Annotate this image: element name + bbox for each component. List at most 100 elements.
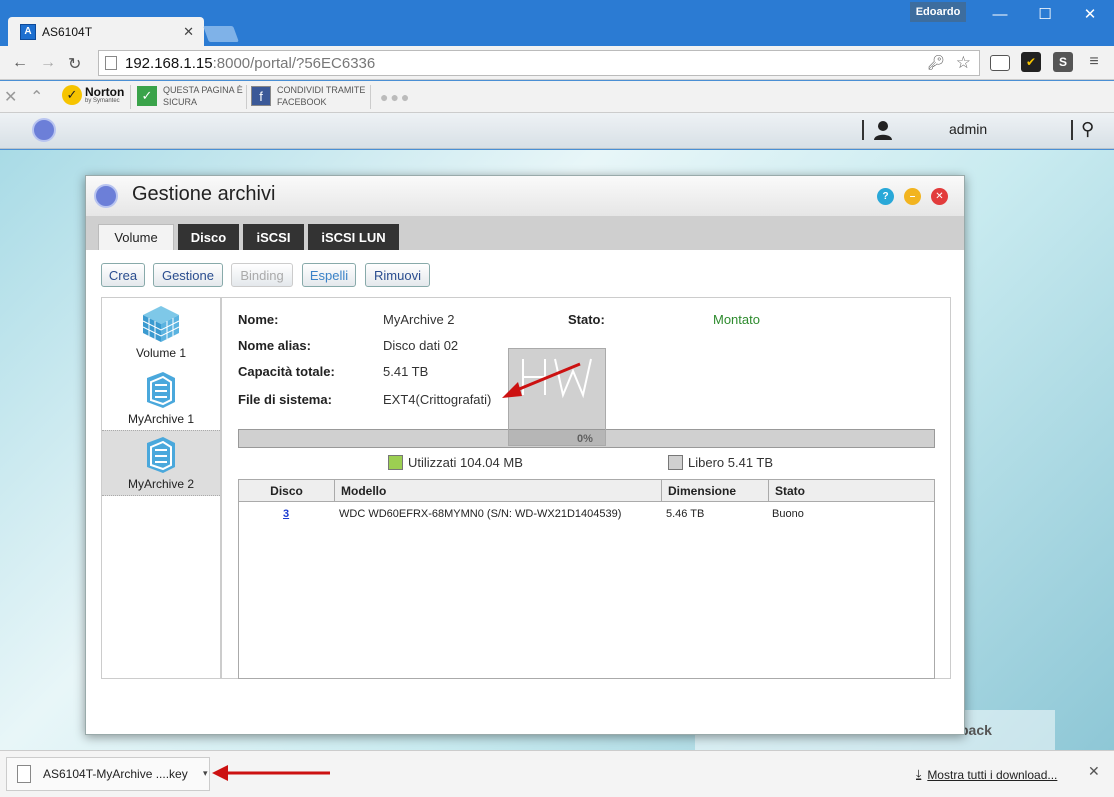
- filesystem-label: File di sistema:: [238, 392, 332, 407]
- used-legend-label: Utilizzati 104.04 MB: [408, 455, 523, 470]
- capacity-label: Capacità totale:: [238, 364, 335, 379]
- table-row-disk[interactable]: 3: [283, 508, 289, 520]
- browser-tab[interactable]: A AS6104T ✕: [8, 17, 204, 46]
- bookmark-star-icon[interactable]: ☆: [956, 53, 971, 73]
- norton-check-icon: ✓: [62, 85, 82, 105]
- free-legend-label: Libero 5.41 TB: [688, 455, 774, 470]
- archive-label: MyArchive 1: [127, 412, 195, 426]
- red-arrow-annotation: [502, 362, 581, 398]
- window-header: Gestione archivi ? – ✕: [86, 176, 964, 216]
- key-icon[interactable]: 🔑︎: [927, 54, 945, 71]
- close-shelf-icon[interactable]: ✕: [1088, 763, 1100, 780]
- page-icon: [105, 56, 117, 70]
- divider: [130, 85, 131, 109]
- s-extension-icon[interactable]: S: [1053, 52, 1073, 72]
- download-shelf: AS6104T-MyArchive ....key ▾ ⤓ Mostra tut…: [0, 750, 1114, 797]
- disk-table: Disco Modello Dimensione Stato 3 WDC WD6…: [238, 479, 935, 679]
- url-path: :8000/portal/?56EC6336: [212, 54, 376, 72]
- archive-label: MyArchive 2: [127, 477, 195, 491]
- nas-topbar: admin ⚲: [0, 113, 1114, 149]
- archive-item[interactable]: MyArchive 1: [102, 364, 220, 430]
- help-icon[interactable]: ?: [877, 188, 894, 205]
- download-arrow-icon: ⤓: [916, 767, 922, 781]
- download-menu-icon[interactable]: ▾: [203, 768, 208, 779]
- create-button[interactable]: Crea: [101, 263, 145, 287]
- archive-icon: [147, 437, 175, 473]
- volume-item[interactable]: Volume 1: [102, 298, 220, 364]
- name-label: Nome:: [238, 312, 279, 327]
- menu-icon[interactable]: ≡: [1084, 52, 1104, 72]
- red-arrow-annotation: [212, 765, 330, 781]
- profile-badge[interactable]: Edoardo: [910, 2, 966, 22]
- address-bar[interactable]: 192.168.1.15:8000/portal/?56EC6336 🔑︎ ☆: [98, 50, 980, 76]
- divider: [862, 120, 864, 140]
- tab-disco[interactable]: Disco: [178, 224, 239, 250]
- disk-link[interactable]: 3: [283, 508, 289, 520]
- divider: [246, 85, 247, 109]
- volume-list: Volume 1 MyArchive 1 MyArchive 2: [101, 297, 221, 679]
- manage-button[interactable]: Gestione: [153, 263, 223, 287]
- close-window-icon[interactable]: ✕: [1070, 2, 1110, 26]
- norton-logo[interactable]: ✓ Norton by Symantec: [62, 85, 124, 105]
- maximize-icon[interactable]: ☐: [1025, 2, 1065, 26]
- download-filename: AS6104T-MyArchive ....key: [43, 767, 188, 781]
- volume-label: Volume 1: [135, 346, 187, 360]
- browser-titlebar: A AS6104T ✕ Edoardo — ☐ ✕: [0, 0, 1114, 46]
- free-legend-swatch: [668, 455, 683, 470]
- reload-icon[interactable]: ↻: [68, 54, 81, 74]
- tab-volume[interactable]: Volume: [98, 224, 174, 250]
- remove-button[interactable]: Rimuovi: [365, 263, 430, 287]
- new-tab-button[interactable]: [203, 26, 239, 42]
- tab-title: AS6104T: [42, 24, 93, 39]
- safe-page-item[interactable]: ✓ QUESTA PAGINA È SICURA: [137, 84, 243, 108]
- table-row-size: 5.46 TB: [666, 508, 705, 520]
- download-item[interactable]: AS6104T-MyArchive ....key ▾: [6, 757, 210, 791]
- user-icon[interactable]: [872, 119, 894, 141]
- tab-bar: Volume Disco iSCSI iSCSI LUN: [86, 216, 964, 250]
- asustor-favicon-icon: A: [20, 23, 36, 40]
- forward-arrow-icon[interactable]: →: [40, 54, 56, 72]
- admin-user-label[interactable]: admin: [949, 121, 987, 137]
- volume-cube-icon: [142, 306, 180, 342]
- close-window-icon[interactable]: ✕: [931, 188, 948, 205]
- safe-page-line1: QUESTA PAGINA È: [163, 85, 243, 95]
- tab-close-icon[interactable]: ✕: [183, 24, 194, 40]
- norton-brand: Norton: [85, 84, 125, 99]
- back-arrow-icon[interactable]: ←: [12, 54, 28, 72]
- browser-toolbar: ← → ↻ 192.168.1.15:8000/portal/?56EC6336…: [0, 46, 1114, 80]
- facebook-line2: FACEBOOK: [277, 97, 327, 107]
- tab-iscsi[interactable]: iSCSI: [243, 224, 304, 250]
- cast-icon[interactable]: [990, 55, 1010, 71]
- close-toolbar-icon[interactable]: ✕: [4, 87, 17, 107]
- used-legend-swatch: [388, 455, 403, 470]
- show-all-downloads-link[interactable]: ⤓ Mostra tutti i download...: [916, 767, 1057, 782]
- check-icon: ✓: [137, 86, 157, 106]
- column-header-disk: Disco: [239, 480, 335, 502]
- alias-label: Nome alias:: [238, 338, 311, 353]
- window-title: Gestione archivi: [132, 183, 276, 205]
- table-row-status: Buono: [772, 508, 804, 520]
- facebook-icon: f: [251, 86, 271, 106]
- table-row-model: WDC WD60EFRX-68MYMN0 (S/N: WD-WX21D14045…: [339, 508, 622, 520]
- binding-button[interactable]: Binding: [231, 263, 293, 287]
- norton-sub: by Symantec: [85, 97, 120, 104]
- column-header-size: Dimensione: [662, 480, 769, 502]
- eject-button[interactable]: Espelli: [302, 263, 356, 287]
- archive-item-selected[interactable]: MyArchive 2: [102, 430, 220, 496]
- show-all-label: Mostra tutti i download...: [927, 767, 1058, 782]
- divider: [1071, 120, 1073, 140]
- minimize-icon[interactable]: —: [980, 2, 1020, 26]
- asustor-logo-icon[interactable]: [32, 118, 56, 142]
- collapse-toolbar-icon[interactable]: ⌃: [30, 87, 43, 107]
- share-facebook-item[interactable]: f CONDIVIDI TRAMITE FACEBOOK: [251, 84, 365, 108]
- storage-manager-icon: [94, 184, 118, 208]
- norton-toolbar: ✕ ⌃ ✓ Norton by Symantec ✓ QUESTA PAGINA…: [0, 81, 1114, 113]
- url-host: 192.168.1.15: [125, 54, 213, 72]
- tab-iscsi-lun[interactable]: iSCSI LUN: [308, 224, 399, 250]
- archive-icon: [147, 372, 175, 408]
- more-dots-icon[interactable]: ●●●: [380, 89, 411, 105]
- minimize-window-icon[interactable]: –: [904, 188, 921, 205]
- search-icon[interactable]: ⚲: [1081, 119, 1094, 140]
- facebook-line1: CONDIVIDI TRAMITE: [277, 85, 366, 95]
- norton-extension-icon[interactable]: ✔: [1021, 52, 1041, 72]
